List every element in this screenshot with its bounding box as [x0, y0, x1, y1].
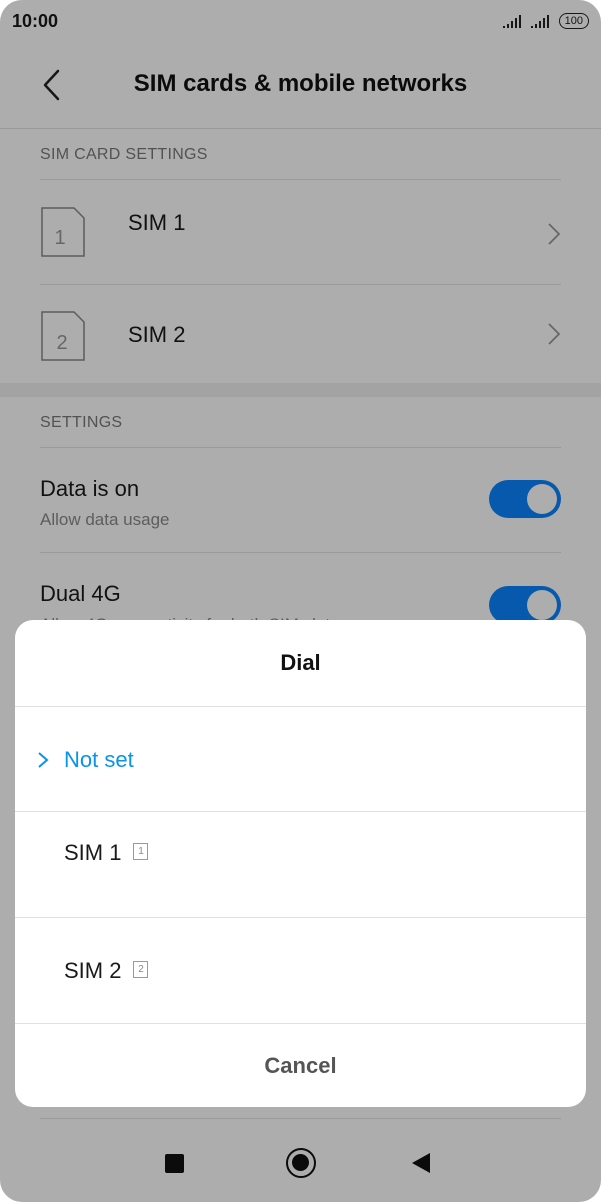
- dialog-title: Dial: [280, 650, 321, 675]
- dialog-option-label: SIM 1: [64, 840, 122, 865]
- sim-badge-icon: 1: [133, 842, 149, 860]
- dialog-option-text: SIM 1 1: [64, 840, 149, 866]
- sim-badge-icon: 2: [133, 960, 149, 978]
- dialog-option-sim2[interactable]: SIM 2 2: [15, 918, 586, 1024]
- dial-sim-dialog: Dial Not set SIM 1 1 SIM 2 2 Cancel: [15, 620, 586, 1107]
- dialog-option-label: SIM 2: [64, 958, 122, 983]
- chevron-right-icon: [38, 752, 49, 768]
- screen: 10:00 100 SIM cards & mobile networks SI…: [0, 0, 601, 1202]
- dialog-option-not-set[interactable]: Not set: [15, 707, 586, 813]
- dialog-option-label: Not set: [64, 747, 134, 772]
- dialog-option-sim1[interactable]: SIM 1 1: [15, 812, 586, 918]
- dialog-option-text: SIM 2 2: [64, 958, 149, 984]
- cancel-button[interactable]: Cancel: [15, 1024, 586, 1107]
